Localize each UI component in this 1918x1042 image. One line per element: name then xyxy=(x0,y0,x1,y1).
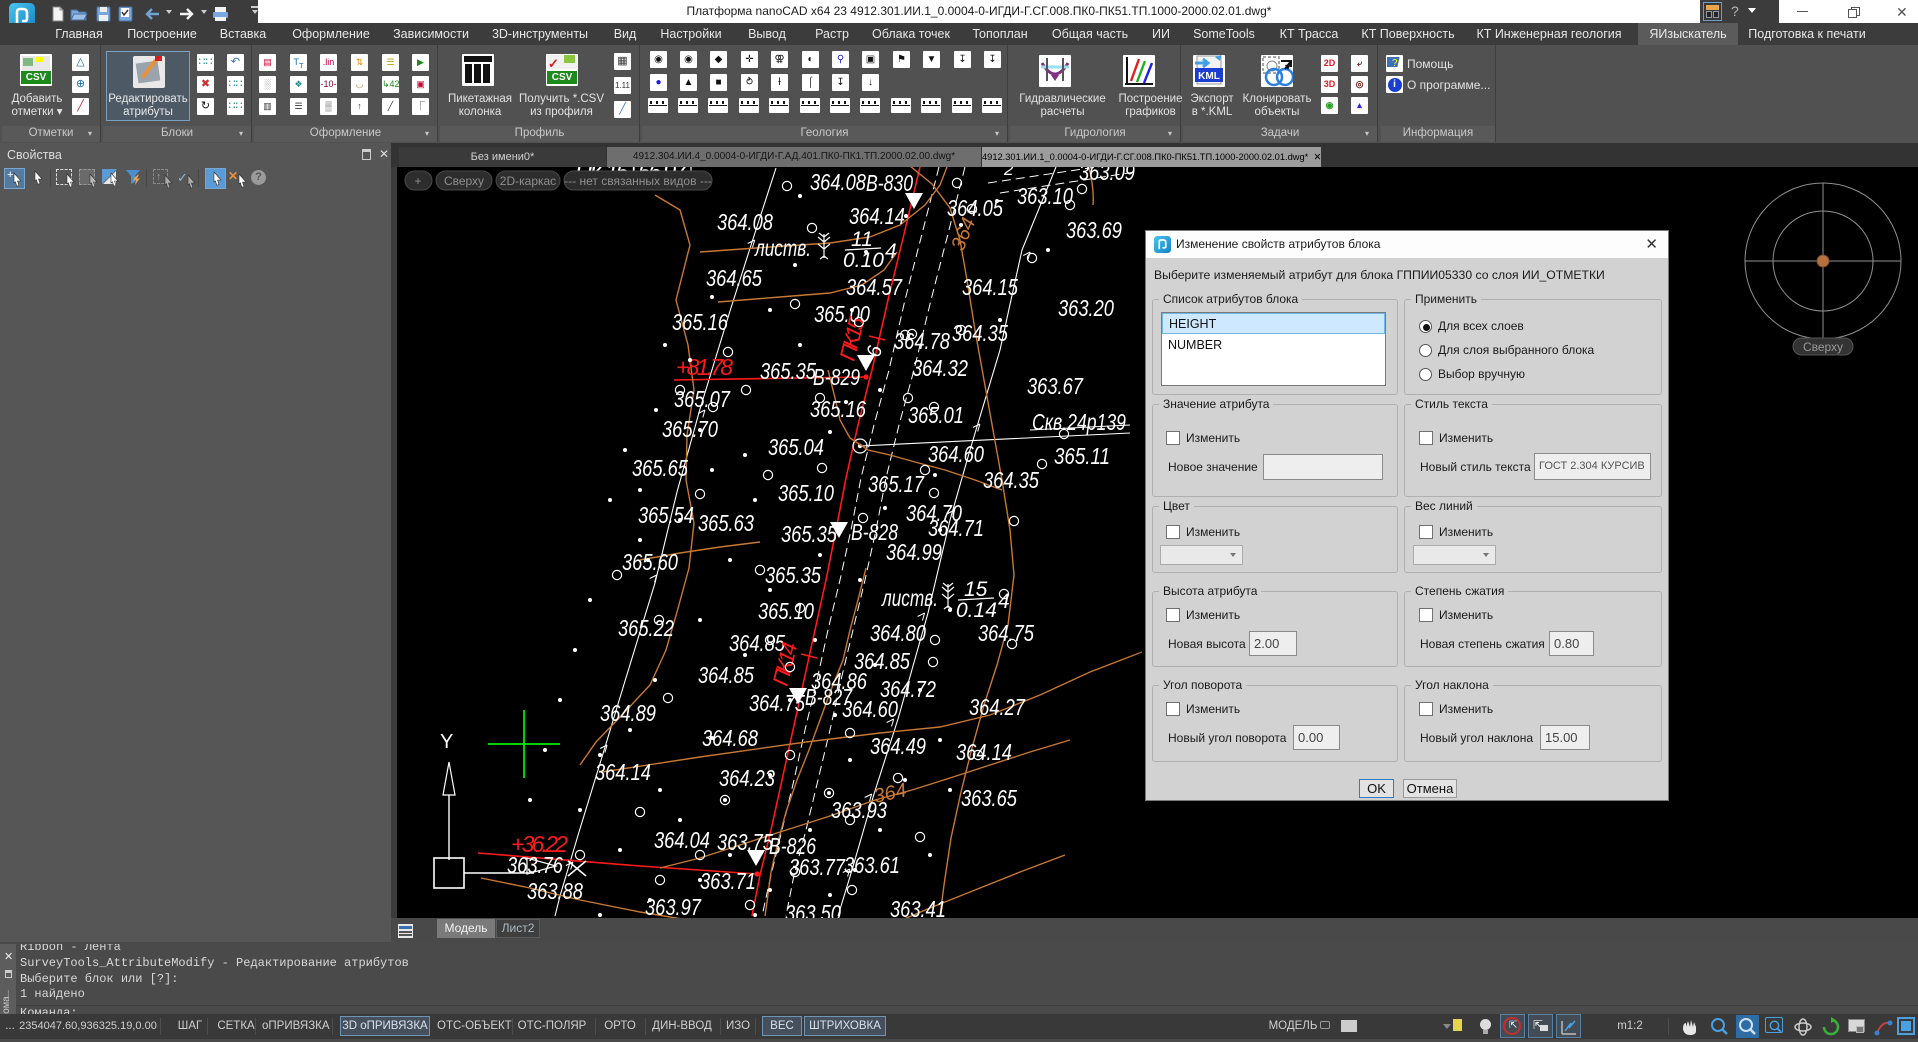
svg-text:364.08: 364.08 xyxy=(810,169,866,195)
svg-text:--- нет связанных видов ---: --- нет связанных видов --- xyxy=(564,174,712,188)
svg-text:364.65: 364.65 xyxy=(706,265,762,291)
svg-text:364.23: 364.23 xyxy=(719,765,775,791)
svg-text:364.35: 364.35 xyxy=(952,320,1008,346)
svg-text:363.61: 363.61 xyxy=(844,852,900,878)
svg-text:364.75: 364.75 xyxy=(749,690,805,716)
svg-text:листв.: листв. xyxy=(881,585,938,611)
svg-text:+81.78: +81.78 xyxy=(676,354,733,380)
svg-text:363.67: 363.67 xyxy=(1027,373,1084,399)
svg-text:364.49: 364.49 xyxy=(870,733,926,759)
svg-text:365.01: 365.01 xyxy=(908,402,964,428)
svg-text:365.65: 365.65 xyxy=(632,455,688,481)
svg-text:364.57: 364.57 xyxy=(846,274,903,300)
svg-text:Скв.24р139: Скв.24р139 xyxy=(1032,409,1126,435)
svg-text:365.35: 365.35 xyxy=(781,521,837,547)
svg-text:2: 2 xyxy=(1003,167,1014,179)
svg-text:364.05: 364.05 xyxy=(947,195,1003,221)
svg-text:364.60: 364.60 xyxy=(928,441,984,467)
svg-text:365.35: 365.35 xyxy=(765,562,821,588)
svg-text:365.10: 365.10 xyxy=(778,480,834,506)
svg-text:364.60: 364.60 xyxy=(842,696,898,722)
svg-text:+: + xyxy=(414,174,421,188)
svg-text:2D-каркас: 2D-каркас xyxy=(500,174,556,188)
svg-text:364.75: 364.75 xyxy=(978,620,1034,646)
svg-text:365.22: 365.22 xyxy=(618,615,674,641)
svg-text:363.10: 363.10 xyxy=(1017,183,1073,209)
svg-text:364.14: 364.14 xyxy=(956,739,1012,765)
svg-text:364.27: 364.27 xyxy=(969,694,1026,720)
svg-text:0.14: 0.14 xyxy=(956,599,997,622)
svg-text:365.04: 365.04 xyxy=(768,434,824,460)
svg-text:363.97: 363.97 xyxy=(645,894,702,918)
svg-text:15: 15 xyxy=(964,578,988,601)
svg-text:+36.22: +36.22 xyxy=(511,831,568,857)
svg-text:4: 4 xyxy=(885,240,897,263)
svg-text:Сверху: Сверху xyxy=(444,174,484,188)
svg-text:365.63: 365.63 xyxy=(698,510,754,536)
svg-text:364.35: 364.35 xyxy=(983,467,1039,493)
svg-text:365.16: 365.16 xyxy=(810,396,866,422)
svg-text:365.70: 365.70 xyxy=(662,416,718,442)
svg-text:364.15: 364.15 xyxy=(962,274,1018,300)
svg-text:364.08: 364.08 xyxy=(717,209,773,235)
svg-text:363.69: 363.69 xyxy=(1066,217,1122,243)
svg-text:364.99: 364.99 xyxy=(886,539,942,565)
svg-text:365.10: 365.10 xyxy=(758,598,814,624)
svg-text:364.85: 364.85 xyxy=(698,662,754,688)
svg-text:365.54: 365.54 xyxy=(638,502,694,528)
svg-text:Y: Y xyxy=(440,731,453,753)
svg-text:364.14: 364.14 xyxy=(849,203,905,229)
svg-text:?: ? xyxy=(1392,58,1398,68)
svg-text:В-829: В-829 xyxy=(813,364,860,390)
svg-text:363.71: 363.71 xyxy=(700,868,756,894)
svg-text:Сверху: Сверху xyxy=(1803,340,1843,354)
svg-text:363.75: 363.75 xyxy=(717,829,773,855)
svg-text:365.17: 365.17 xyxy=(868,471,925,497)
svg-text:11: 11 xyxy=(851,228,873,251)
svg-text:363.65: 363.65 xyxy=(961,785,1017,811)
svg-text:364.32: 364.32 xyxy=(912,355,968,381)
svg-text:363.50: 363.50 xyxy=(785,900,841,918)
svg-text:0.10: 0.10 xyxy=(843,249,884,272)
svg-text:365.60: 365.60 xyxy=(622,549,678,575)
svg-text:363.88: 363.88 xyxy=(527,878,583,904)
svg-text:В-830: В-830 xyxy=(866,170,913,196)
svg-text:365.16: 365.16 xyxy=(672,309,728,335)
svg-text:364.80: 364.80 xyxy=(870,620,926,646)
svg-text:листв.: листв. xyxy=(754,235,811,261)
svg-text:363.41: 363.41 xyxy=(890,896,946,918)
svg-text:365.35: 365.35 xyxy=(760,358,816,384)
svg-text:364.04: 364.04 xyxy=(654,827,710,853)
svg-text:364.71: 364.71 xyxy=(928,515,984,541)
svg-text:364.89: 364.89 xyxy=(600,700,656,726)
svg-text:365.11: 365.11 xyxy=(1054,443,1110,469)
svg-text:363.20: 363.20 xyxy=(1058,295,1114,321)
svg-text:363.93: 363.93 xyxy=(831,797,887,823)
svg-text:363.09: 363.09 xyxy=(1079,167,1135,185)
svg-text:KML: KML xyxy=(1198,71,1220,82)
svg-text:365.07: 365.07 xyxy=(674,386,731,412)
svg-text:364.14: 364.14 xyxy=(595,759,651,785)
